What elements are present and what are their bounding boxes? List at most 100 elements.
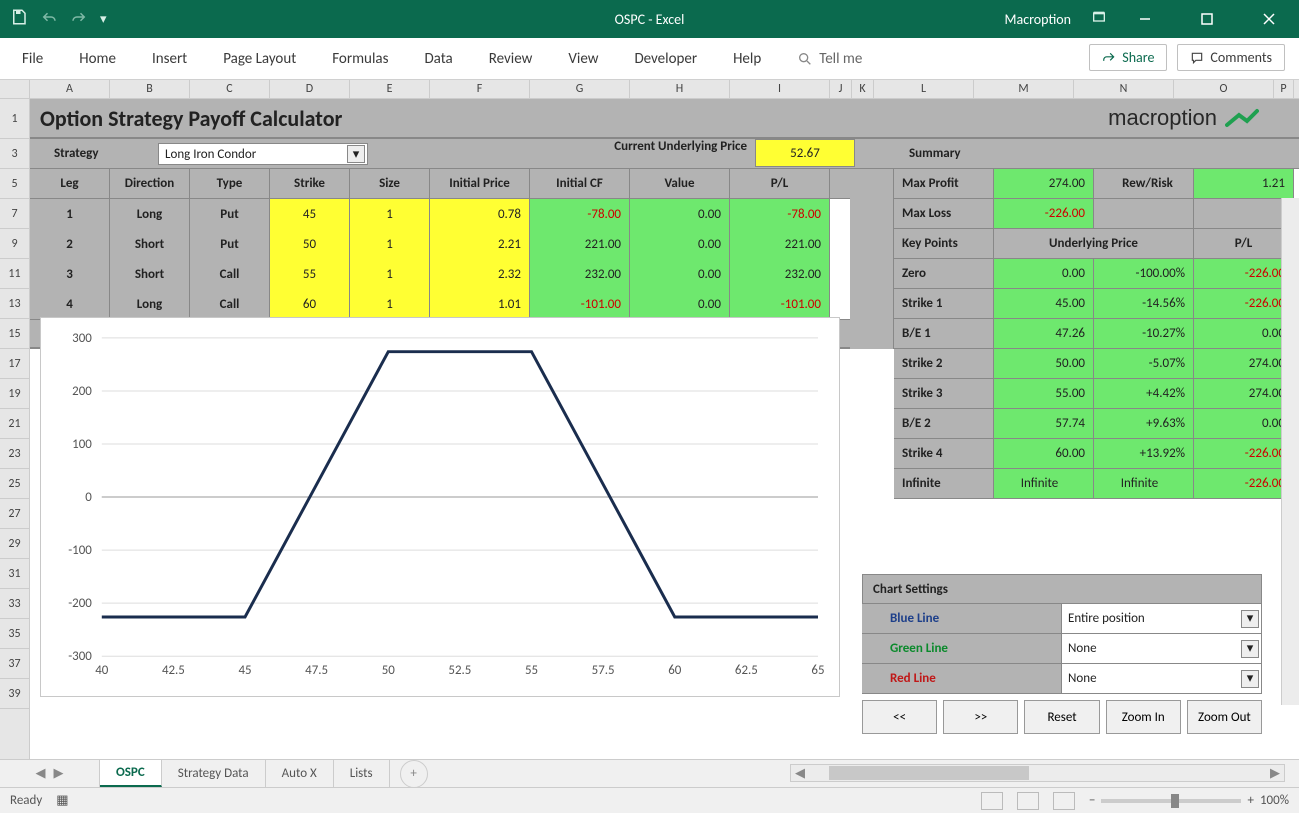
hdr-type: Type bbox=[190, 169, 270, 198]
tab-ospc[interactable]: OSPC bbox=[100, 760, 162, 787]
titlebar: ▾ OSPC - Excel Macroption bbox=[0, 0, 1299, 38]
horizontal-scrollbar[interactable]: ◀ ▶ bbox=[790, 764, 1285, 782]
hdr-pl: P/L bbox=[730, 169, 830, 198]
tab-home[interactable]: Home bbox=[79, 50, 116, 68]
kp-pl: 274.00 bbox=[1194, 379, 1294, 408]
zoom-in-icon[interactable]: + bbox=[1247, 793, 1253, 808]
svg-text:57.5: 57.5 bbox=[592, 663, 615, 678]
rew-risk-value: 1.21 bbox=[1194, 169, 1294, 198]
tab-pagelayout[interactable]: Page Layout bbox=[223, 50, 296, 68]
kp-label: Strike 4 bbox=[894, 439, 994, 468]
green-line-select[interactable]: None▾ bbox=[1062, 634, 1262, 663]
red-line-select[interactable]: None▾ bbox=[1062, 664, 1262, 693]
strategy-label: Strategy bbox=[30, 139, 158, 168]
zoom-level[interactable]: 100% bbox=[1260, 793, 1289, 808]
kp-underlying: 60.00 bbox=[994, 439, 1094, 468]
col-P[interactable]: P bbox=[1274, 80, 1294, 98]
col-D[interactable]: D bbox=[270, 80, 350, 98]
zoom-in-button[interactable]: Zoom In bbox=[1106, 700, 1181, 734]
col-A[interactable]: A bbox=[30, 80, 110, 98]
kp-underlying: 0.00 bbox=[994, 259, 1094, 288]
vertical-scrollbar[interactable] bbox=[1281, 198, 1299, 705]
comments-button[interactable]: Comments bbox=[1177, 44, 1285, 71]
payoff-chart: -300-200-10001002003004042.54547.55052.5… bbox=[40, 317, 840, 697]
col-H[interactable]: H bbox=[630, 80, 730, 98]
col-F[interactable]: F bbox=[430, 80, 530, 98]
svg-text:-100: -100 bbox=[68, 543, 92, 558]
tellme[interactable]: Tell me bbox=[797, 50, 862, 68]
col-I[interactable]: I bbox=[730, 80, 830, 98]
comment-icon bbox=[1190, 51, 1204, 65]
next-sheet-icon[interactable]: ▶ bbox=[54, 766, 64, 781]
col-O[interactable]: O bbox=[1174, 80, 1274, 98]
scroll-right-button[interactable]: >> bbox=[943, 700, 1018, 734]
col-G[interactable]: G bbox=[530, 80, 630, 98]
ribbon: File Home Insert Page Layout Formulas Da… bbox=[0, 38, 1299, 80]
page-break-view-icon[interactable] bbox=[1053, 792, 1075, 810]
tab-strategy-data[interactable]: Strategy Data bbox=[162, 760, 266, 787]
kp-underlying: 55.00 bbox=[994, 379, 1094, 408]
kp-underlying: 47.26 bbox=[994, 319, 1094, 348]
zoom-slider[interactable] bbox=[1101, 799, 1241, 803]
svg-text:0: 0 bbox=[85, 490, 92, 505]
tab-insert[interactable]: Insert bbox=[152, 50, 187, 68]
blue-line-select[interactable]: Entire position▾ bbox=[1062, 604, 1262, 633]
qat-dropdown-icon[interactable]: ▾ bbox=[100, 12, 107, 27]
tab-formulas[interactable]: Formulas bbox=[332, 50, 388, 68]
cup-value[interactable]: 52.67 bbox=[755, 139, 855, 167]
tab-data[interactable]: Data bbox=[424, 50, 452, 68]
hdr-iprice: Initial Price bbox=[430, 169, 530, 198]
kp-label: Zero bbox=[894, 259, 994, 288]
tab-lists[interactable]: Lists bbox=[334, 760, 390, 787]
svg-text:47.5: 47.5 bbox=[305, 663, 328, 678]
col-N[interactable]: N bbox=[1074, 80, 1174, 98]
col-B[interactable]: B bbox=[110, 80, 190, 98]
svg-text:200: 200 bbox=[72, 384, 92, 399]
search-icon bbox=[797, 51, 813, 67]
col-J[interactable]: J bbox=[830, 80, 852, 98]
svg-text:42.5: 42.5 bbox=[162, 663, 185, 678]
svg-text:100: 100 bbox=[72, 437, 92, 452]
max-profit-value: 274.00 bbox=[994, 169, 1094, 198]
prev-sheet-icon[interactable]: ◀ bbox=[36, 766, 46, 781]
minimize-icon[interactable] bbox=[1121, 0, 1169, 38]
hdr-icf: Initial CF bbox=[530, 169, 630, 198]
reset-button[interactable]: Reset bbox=[1024, 700, 1099, 734]
scroll-left-button[interactable]: << bbox=[862, 700, 937, 734]
kp-pct: +13.92% bbox=[1094, 439, 1194, 468]
redo-icon[interactable] bbox=[70, 8, 88, 30]
col-C[interactable]: C bbox=[190, 80, 270, 98]
tab-file[interactable]: File bbox=[22, 50, 43, 68]
tab-developer[interactable]: Developer bbox=[634, 50, 697, 68]
new-sheet-button[interactable]: + bbox=[400, 760, 428, 788]
col-E[interactable]: E bbox=[350, 80, 430, 98]
col-M[interactable]: M bbox=[974, 80, 1074, 98]
worksheet[interactable]: Option Strategy Payoff Calculator macrop… bbox=[30, 99, 1299, 759]
page-layout-view-icon[interactable] bbox=[1017, 792, 1039, 810]
svg-text:52.5: 52.5 bbox=[448, 663, 471, 678]
share-button[interactable]: Share bbox=[1089, 44, 1167, 71]
strategy-dropdown[interactable]: Long Iron Condor ▾ bbox=[158, 143, 368, 165]
kp-pct: -10.27% bbox=[1094, 319, 1194, 348]
save-icon[interactable] bbox=[10, 8, 28, 30]
tab-auto-x[interactable]: Auto X bbox=[266, 760, 334, 787]
svg-text:65: 65 bbox=[811, 663, 824, 678]
tab-help[interactable]: Help bbox=[733, 50, 761, 68]
normal-view-icon[interactable] bbox=[981, 792, 1003, 810]
tab-view[interactable]: View bbox=[568, 50, 598, 68]
kp-underlying: 45.00 bbox=[994, 289, 1094, 318]
col-L[interactable]: L bbox=[874, 80, 974, 98]
col-K[interactable]: K bbox=[852, 80, 874, 98]
column-headers: A B C D E F G H I J K L M N O P bbox=[0, 80, 1299, 99]
zoom-out-button[interactable]: Zoom Out bbox=[1187, 700, 1262, 734]
maximize-icon[interactable] bbox=[1183, 0, 1231, 38]
kp-label: Infinite bbox=[894, 469, 994, 498]
tab-review[interactable]: Review bbox=[489, 50, 533, 68]
macro-recorder-icon[interactable]: ▦ bbox=[56, 793, 68, 808]
row-numbers: 1 3 5 7 9 11 13 15 17 19 21 23 25 27 29 … bbox=[0, 99, 30, 759]
ribbon-display-icon[interactable] bbox=[1091, 9, 1107, 29]
kp-pct: -5.07% bbox=[1094, 349, 1194, 378]
close-icon[interactable] bbox=[1245, 0, 1293, 38]
zoom-out-icon[interactable]: − bbox=[1089, 793, 1095, 808]
undo-icon[interactable] bbox=[40, 8, 58, 30]
